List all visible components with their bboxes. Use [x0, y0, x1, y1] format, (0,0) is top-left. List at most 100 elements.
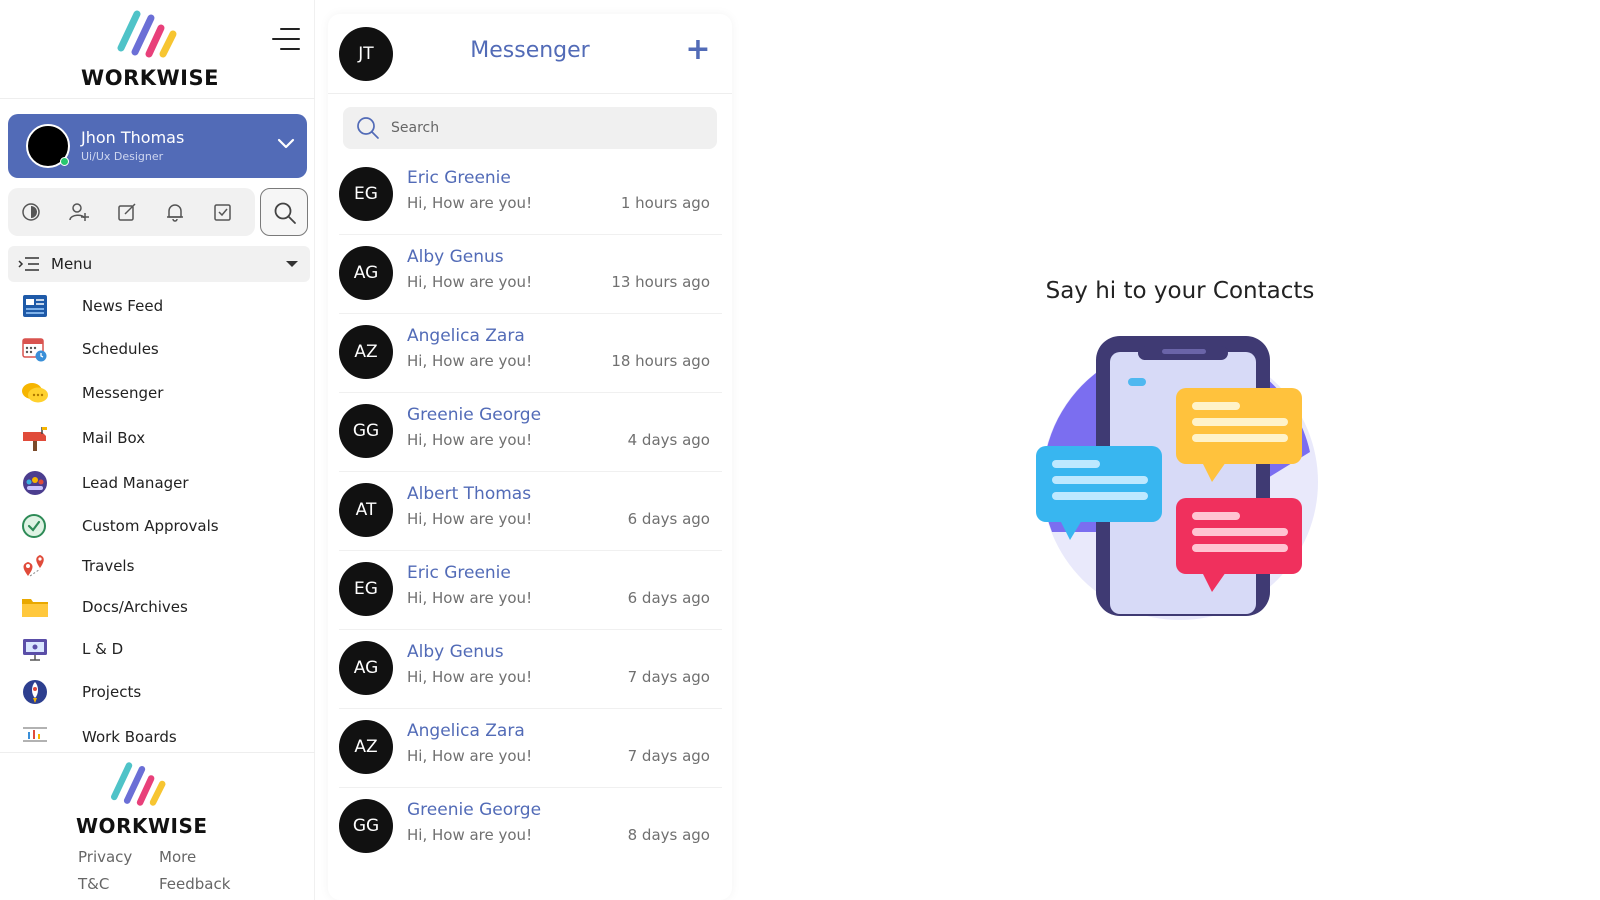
- divider: [0, 98, 315, 99]
- sidebar-search-button[interactable]: [260, 188, 308, 236]
- contact-name: Eric Greenie: [407, 168, 511, 188]
- last-message: Hi, How are you!: [407, 431, 533, 449]
- conversation-item[interactable]: GG Greenie George Hi, How are you! 4 day…: [328, 391, 732, 472]
- avatar: GG: [339, 799, 393, 853]
- contact-name: Alby Genus: [407, 642, 504, 662]
- sidebar-item-label: Schedules: [82, 340, 159, 358]
- sidebar-item-custom-approvals[interactable]: Custom Approvals: [0, 506, 315, 546]
- contact-name: Angelica Zara: [407, 721, 525, 741]
- conversation-list: EG Eric Greenie Hi, How are you! 1 hours…: [328, 154, 732, 900]
- message-time: 8 days ago: [627, 826, 710, 844]
- sidebar-item-label: Work Boards: [82, 728, 177, 746]
- sidebar-item-mail-box[interactable]: Mail Box: [0, 418, 315, 458]
- theme-contrast-icon[interactable]: [20, 201, 42, 223]
- last-message: Hi, How are you!: [407, 589, 533, 607]
- conversation-search: [343, 107, 717, 149]
- sidebar-item-label: Projects: [82, 683, 142, 701]
- edit-task-icon[interactable]: [116, 201, 138, 223]
- menu-list-icon: [18, 257, 39, 271]
- avatar: EG: [339, 562, 393, 616]
- message-time: 7 days ago: [627, 668, 710, 686]
- newspaper-icon: [23, 295, 47, 317]
- brand-name: WORKWISE: [76, 814, 208, 838]
- sidebar-item-docs-archives[interactable]: Docs/Archives: [0, 587, 315, 627]
- avatar: AT: [339, 483, 393, 537]
- phone-chat-illustration: [1036, 336, 1318, 620]
- sidebar-item-messenger[interactable]: Messenger: [0, 373, 315, 413]
- menu-header[interactable]: Menu: [8, 246, 310, 282]
- contact-name: Greenie George: [407, 800, 542, 820]
- sidebar-item-label: Docs/Archives: [82, 598, 188, 616]
- workwise-logo[interactable]: WORKWISE: [80, 8, 220, 92]
- contact-name: Albert Thomas: [407, 484, 532, 504]
- hamburger-menu-icon[interactable]: [270, 26, 300, 52]
- board-chart-icon: [23, 727, 47, 742]
- presentation-board-icon: [23, 639, 47, 661]
- approval-check-icon: [22, 514, 46, 538]
- chevron-down-icon[interactable]: [277, 138, 295, 150]
- sidebar-item-l-and-d[interactable]: L & D: [0, 629, 315, 669]
- last-message: Hi, How are you!: [407, 352, 533, 370]
- bell-icon[interactable]: [164, 201, 186, 223]
- sidebar-item-label: Travels: [82, 557, 135, 575]
- tnc-link[interactable]: T&C: [78, 875, 109, 893]
- sidebar-item-news-feed[interactable]: News Feed: [0, 286, 315, 326]
- sidebar-item-travels[interactable]: Travels: [0, 546, 315, 586]
- contact-name: Angelica Zara: [407, 326, 525, 346]
- chat-bubbles-icon: [22, 383, 48, 403]
- user-profile-card[interactable]: Jhon Thomas Ui/Ux Designer: [8, 114, 307, 178]
- conversation-item[interactable]: AT Albert Thomas Hi, How are you! 6 days…: [328, 470, 732, 551]
- sidebar-item-label: Custom Approvals: [82, 517, 219, 535]
- avatar: AG: [339, 641, 393, 695]
- caret-down-icon: [286, 261, 298, 267]
- add-user-icon[interactable]: [68, 201, 90, 223]
- message-time: 7 days ago: [627, 747, 710, 765]
- user-name: Jhon Thomas: [81, 128, 185, 147]
- checkbox-icon[interactable]: [212, 201, 234, 223]
- contact-name: Greenie George: [407, 405, 542, 425]
- conversation-item[interactable]: EG Eric Greenie Hi, How are you! 1 hours…: [328, 154, 732, 235]
- conversation-item[interactable]: EG Eric Greenie Hi, How are you! 6 days …: [328, 549, 732, 630]
- message-time: 4 days ago: [627, 431, 710, 449]
- user-role: Ui/Ux Designer: [81, 150, 164, 163]
- avatar: AG: [339, 246, 393, 300]
- message-time: 6 days ago: [627, 589, 710, 607]
- sidebar-menu-list: News Feed Schedules Messenger Mail Box L…: [0, 286, 315, 752]
- search-input[interactable]: [391, 107, 701, 149]
- privacy-link[interactable]: Privacy: [78, 848, 132, 866]
- calendar-icon: [22, 338, 47, 362]
- search-icon: [274, 202, 296, 224]
- conversation-item[interactable]: AG Alby Genus Hi, How are you! 7 days ag…: [328, 628, 732, 709]
- sidebar-item-work-boards[interactable]: Work Boards: [0, 717, 315, 752]
- brand-name: WORKWISE: [81, 66, 219, 90]
- sidebar-item-projects[interactable]: Projects: [0, 672, 315, 712]
- last-message: Hi, How are you!: [407, 668, 533, 686]
- contact-name: Eric Greenie: [407, 563, 511, 583]
- more-link[interactable]: More: [159, 848, 196, 866]
- conversation-item[interactable]: GG Greenie George Hi, How are you! 8 day…: [328, 786, 732, 867]
- last-message: Hi, How are you!: [407, 510, 533, 528]
- sidebar-item-schedules[interactable]: Schedules: [0, 329, 315, 369]
- empty-state-title: Say hi to your Contacts: [1045, 278, 1315, 304]
- search-icon: [357, 117, 379, 139]
- quick-actions-bar: [8, 188, 255, 236]
- map-pin-icon: [23, 555, 44, 577]
- mailbox-icon: [23, 427, 47, 451]
- sidebar-item-lead-manager[interactable]: Lead Manager: [0, 463, 315, 503]
- messenger-header: JT Messenger +: [328, 14, 732, 94]
- workwise-footer-logo: WORKWISE: [76, 760, 208, 838]
- message-time: 1 hours ago: [620, 194, 710, 212]
- conversation-item[interactable]: AZ Angelica Zara Hi, How are you! 18 hou…: [328, 312, 732, 393]
- avatar: EG: [339, 167, 393, 221]
- page-title: Messenger: [470, 38, 590, 63]
- last-message: Hi, How are you!: [407, 826, 533, 844]
- online-status-dot: [60, 157, 69, 166]
- conversation-item[interactable]: AZ Angelica Zara Hi, How are you! 7 days…: [328, 707, 732, 788]
- new-chat-button[interactable]: +: [684, 35, 712, 65]
- feedback-link[interactable]: Feedback: [159, 875, 230, 893]
- conversation-item[interactable]: AG Alby Genus Hi, How are you! 13 hours …: [328, 233, 732, 314]
- last-message: Hi, How are you!: [407, 273, 533, 291]
- last-message: Hi, How are you!: [407, 194, 533, 212]
- rocket-icon: [23, 680, 47, 704]
- footer-links: Privacy More T&C Feedback: [78, 848, 278, 898]
